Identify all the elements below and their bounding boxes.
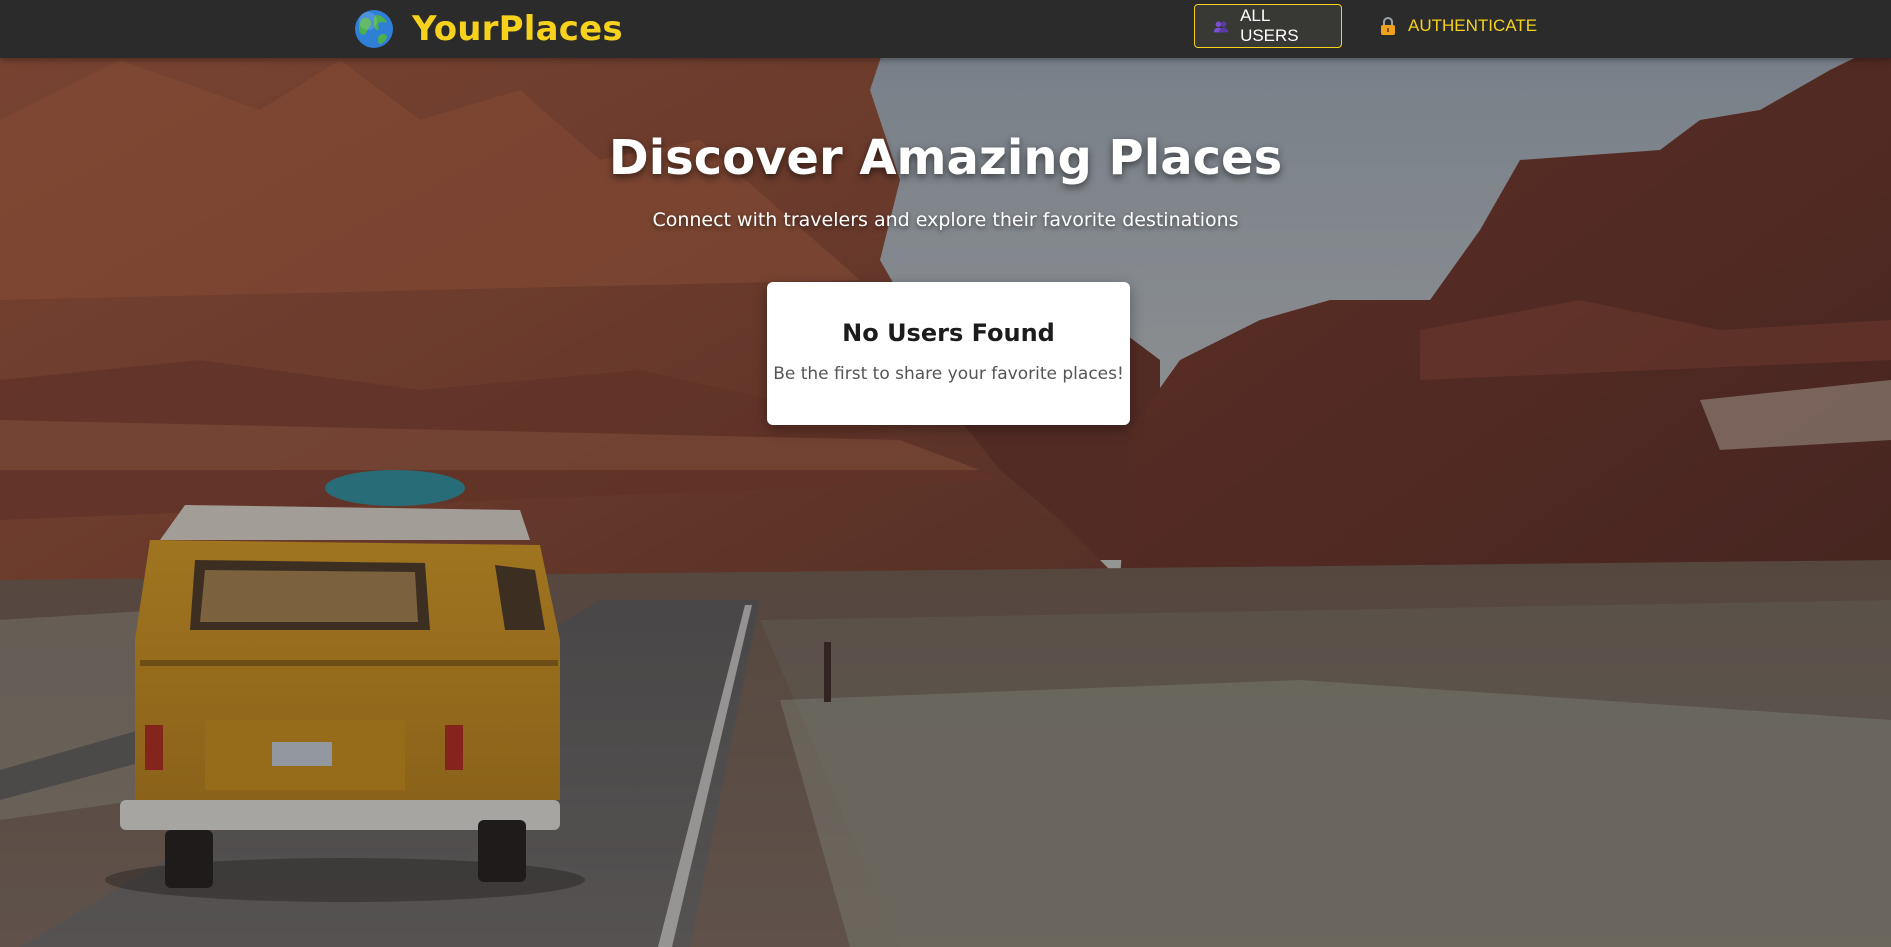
lock-icon bbox=[1381, 16, 1395, 35]
top-navbar: YourPlaces ALL USERS AUTHENTICATE bbox=[0, 0, 1891, 58]
empty-state-title: No Users Found bbox=[842, 319, 1055, 347]
empty-state-message: Be the first to share your favorite plac… bbox=[773, 364, 1124, 384]
brand-home-link[interactable]: YourPlaces bbox=[354, 8, 623, 50]
brand-name: YourPlaces bbox=[412, 9, 623, 49]
nav-all-users-label: ALL USERS bbox=[1240, 6, 1299, 45]
hero-subtitle: Connect with travelers and explore their… bbox=[652, 209, 1239, 231]
nav-authenticate[interactable]: AUTHENTICATE bbox=[1360, 4, 1555, 48]
main-nav: ALL USERS AUTHENTICATE bbox=[1194, 3, 1555, 49]
hero-title: Discover Amazing Places bbox=[608, 130, 1283, 186]
users-icon bbox=[1213, 21, 1229, 33]
empty-state-card: No Users Found Be the first to share you… bbox=[767, 282, 1130, 425]
globe-icon bbox=[355, 10, 393, 48]
nav-all-users[interactable]: ALL USERS bbox=[1194, 4, 1342, 48]
nav-authenticate-label: AUTHENTICATE bbox=[1408, 16, 1538, 35]
hero-section: Discover Amazing Places Connect with tra… bbox=[0, 58, 1891, 232]
